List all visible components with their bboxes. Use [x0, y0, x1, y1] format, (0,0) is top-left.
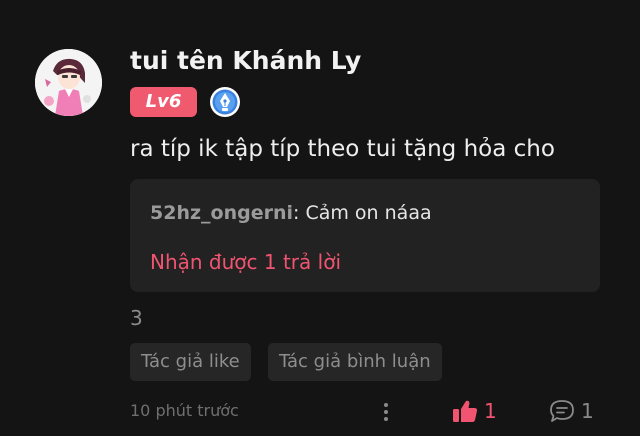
reply-text: Cảm on náaa: [305, 202, 432, 224]
reply-count: 1: [581, 399, 594, 423]
view-replies-link[interactable]: Nhận được 1 trả lời: [150, 250, 341, 274]
level-badge: Lv6: [130, 87, 197, 117]
like-button[interactable]: 1: [452, 398, 497, 424]
reply-line: 52hz_ongerni: Cảm on náaa: [150, 202, 432, 224]
reply-button[interactable]: 1: [549, 398, 594, 424]
username[interactable]: tui tên Khánh Ly: [130, 46, 361, 75]
chat-bubble-icon: [550, 400, 574, 422]
avatar[interactable]: [35, 49, 102, 116]
comment-count: 3: [130, 306, 143, 330]
comment-text: ra típ ik tập típ theo tui tặng hỏa cho: [130, 136, 555, 162]
timestamp: 10 phút trước: [130, 401, 239, 420]
thumbs-up-icon: [453, 400, 478, 422]
comment-card: tui tên Khánh Ly Lv6 ra típ ik tập típ t…: [0, 0, 640, 436]
pen-nib-icon: [209, 86, 241, 118]
like-count: 1: [484, 399, 497, 423]
more-vertical-icon[interactable]: [378, 401, 394, 423]
reply-separator: :: [293, 202, 306, 224]
author-liked-tag: Tác giả like: [130, 343, 251, 381]
reply-author[interactable]: 52hz_ongerni: [150, 202, 293, 224]
avatar-illustration: [35, 49, 102, 116]
author-commented-tag: Tác giả bình luận: [268, 343, 442, 381]
reply-preview[interactable]: 52hz_ongerni: Cảm on náaa Nhận được 1 tr…: [130, 179, 600, 292]
